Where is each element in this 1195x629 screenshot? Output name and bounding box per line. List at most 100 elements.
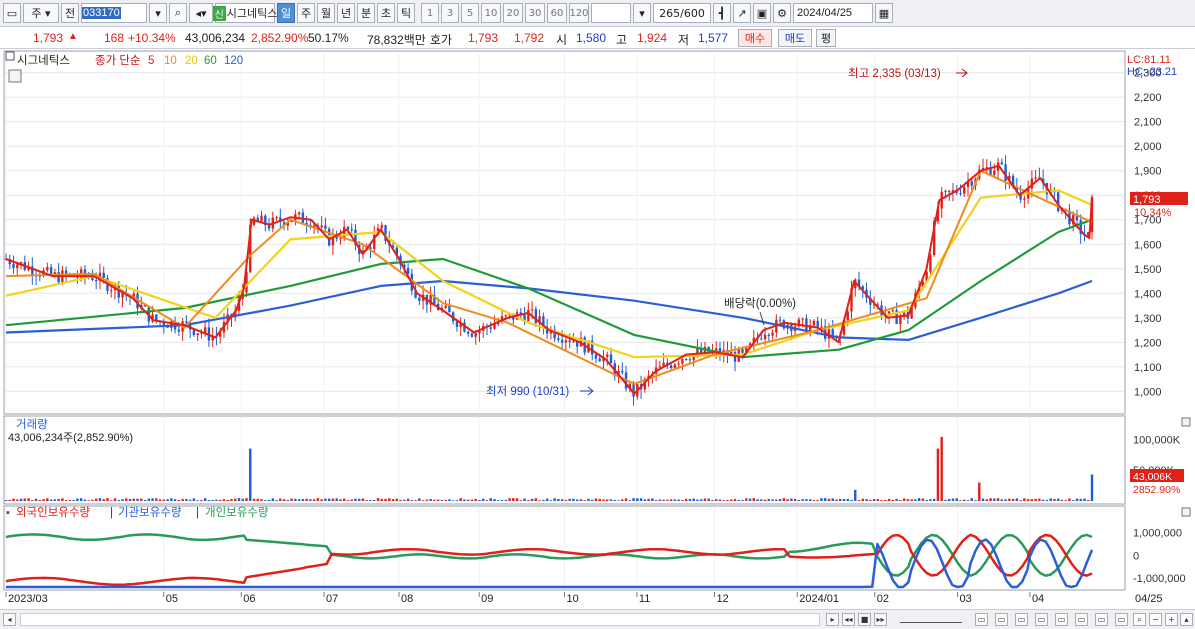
market-select[interactable]: 주 ▾ xyxy=(23,3,59,23)
interval-10[interactable]: 10 xyxy=(481,3,501,23)
prev-button[interactable]: 전 xyxy=(61,3,79,23)
candle-body xyxy=(760,338,763,340)
window-menu-icon[interactable]: ▭ xyxy=(3,3,21,23)
bar-count-field[interactable]: 265/600 xyxy=(653,3,711,23)
interval-20[interactable]: 20 xyxy=(503,3,523,23)
speaker-icon[interactable]: ◂▾ xyxy=(189,3,213,23)
volume-bar xyxy=(1075,498,1079,501)
play-back-icon[interactable]: ◂◂ xyxy=(842,613,855,626)
volume-bar xyxy=(917,498,921,501)
panel-arrow-icon[interactable]: ▴ xyxy=(1180,613,1193,626)
settings-gear-icon[interactable]: ⚙ xyxy=(773,3,791,23)
save-icon[interactable]: ▣ xyxy=(753,3,771,23)
volume-bar xyxy=(256,498,259,501)
scroll-left-icon[interactable]: ◂ xyxy=(3,613,16,626)
period-second[interactable]: 초 xyxy=(377,3,395,23)
candle-body xyxy=(297,212,301,215)
stock-code-input[interactable]: 033170 xyxy=(81,3,147,23)
zoom-in-icon[interactable]: + xyxy=(1165,613,1178,626)
grid-toggle-icon[interactable] xyxy=(8,69,22,83)
volume-bar xyxy=(316,498,320,501)
candle-body xyxy=(564,340,568,343)
volume-bar xyxy=(34,498,38,501)
volume-bar xyxy=(8,499,11,501)
volume-bar xyxy=(545,498,549,501)
stock-code-value: 033170 xyxy=(82,7,121,19)
layout-7-icon[interactable]: ▭ xyxy=(1095,613,1108,626)
candle-body xyxy=(1000,162,1004,165)
interval-3[interactable]: 3 xyxy=(441,3,459,23)
holdings-tick-label: 0 xyxy=(1133,550,1139,562)
search-zoom-icon[interactable]: ⌕ xyxy=(1133,613,1146,626)
play-forward-icon[interactable]: ▸▸ xyxy=(874,613,887,626)
candle-type-icon[interactable]: ┫ xyxy=(713,3,731,23)
candle-body xyxy=(621,370,624,373)
volume-bar xyxy=(79,498,83,501)
period-year[interactable]: 년 xyxy=(337,3,355,23)
layout-8-icon[interactable]: ▭ xyxy=(1115,613,1128,626)
code-dropdown-icon[interactable]: ▾ xyxy=(149,3,167,23)
candle-body xyxy=(681,358,684,364)
candle-body xyxy=(46,267,49,271)
stock-name-field[interactable]: 신 시그네틱스 xyxy=(212,3,277,23)
layout-4-icon[interactable]: ▭ xyxy=(1035,613,1048,626)
interval-60[interactable]: 60 xyxy=(547,3,567,23)
period-tick[interactable]: 틱 xyxy=(397,3,415,23)
date-field[interactable]: 2024/04/25 xyxy=(793,3,873,23)
chart-scrollbar[interactable]: ◂ ▸ ◂◂ ■ ▸▸ ▭ ▭ ▭ ▭ ▭ ▭ ▭ ▭ ⌕ − + ▴ xyxy=(0,609,1195,629)
volume-bar xyxy=(1083,498,1086,501)
search-icon[interactable]: ⌕ xyxy=(169,3,187,23)
volume-bar xyxy=(658,499,662,501)
period-minute[interactable]: 분 xyxy=(357,3,375,23)
layout-3-icon[interactable]: ▭ xyxy=(1015,613,1028,626)
calendar-icon[interactable]: ▦ xyxy=(875,3,893,23)
stock-chart[interactable]: 1,0001,1001,2001,3001,4001,5001,6001,700… xyxy=(0,49,1195,609)
volume-bar xyxy=(891,499,895,501)
volume-bar xyxy=(241,498,244,501)
interval-1[interactable]: 1 xyxy=(421,3,439,23)
period-week[interactable]: 주 xyxy=(297,3,315,23)
scroll-track[interactable] xyxy=(20,613,820,626)
volume-bar xyxy=(906,499,910,501)
interval-30[interactable]: 30 xyxy=(525,3,545,23)
volume-bar xyxy=(485,500,489,501)
volume-bar xyxy=(275,500,278,501)
period-day[interactable]: 일 xyxy=(277,3,295,23)
period-month[interactable]: 월 xyxy=(317,3,335,23)
candle-body xyxy=(467,331,470,334)
sell-button[interactable]: 매도 xyxy=(778,29,812,47)
volume-bar xyxy=(602,499,605,501)
layout-2-icon[interactable]: ▭ xyxy=(995,613,1008,626)
holdings-menu-icon[interactable]: ▪ xyxy=(6,507,10,519)
candle-body xyxy=(320,225,323,228)
volume-bar xyxy=(910,499,913,501)
buy-button[interactable]: 매수 xyxy=(738,29,772,47)
volume-bar xyxy=(203,498,207,501)
stop-icon[interactable]: ■ xyxy=(858,613,871,626)
volume-bar xyxy=(587,498,590,501)
volume-bar xyxy=(140,498,143,501)
volume-bar xyxy=(245,498,248,501)
interval-120[interactable]: 120 xyxy=(569,3,589,23)
volume-bar xyxy=(530,498,534,501)
interval-dropdown-icon[interactable]: ▾ xyxy=(633,3,651,23)
layout-1-icon[interactable]: ▭ xyxy=(975,613,988,626)
volume-bar xyxy=(609,499,613,501)
interval-5[interactable]: 5 xyxy=(461,3,479,23)
scroll-right-icon[interactable]: ▸ xyxy=(826,613,839,626)
interval-custom-input[interactable] xyxy=(591,3,631,23)
new-badge: 신 xyxy=(212,5,226,21)
volume-bar xyxy=(391,499,395,501)
zoom-out-icon[interactable]: − xyxy=(1149,613,1162,626)
volume-bar xyxy=(173,499,177,501)
volume-bar xyxy=(816,500,819,501)
candle-body xyxy=(568,340,571,343)
avg-button[interactable]: 평 xyxy=(816,29,836,47)
volume-panel-close-icon[interactable] xyxy=(1181,417,1191,427)
layout-5-icon[interactable]: ▭ xyxy=(1055,613,1068,626)
layout-6-icon[interactable]: ▭ xyxy=(1075,613,1088,626)
zoom-slider[interactable] xyxy=(900,615,962,623)
x-tick-label: 05 xyxy=(166,593,178,605)
holdings-panel-close-icon[interactable] xyxy=(1181,507,1191,517)
draw-tool-icon[interactable]: ↗ xyxy=(733,3,751,23)
